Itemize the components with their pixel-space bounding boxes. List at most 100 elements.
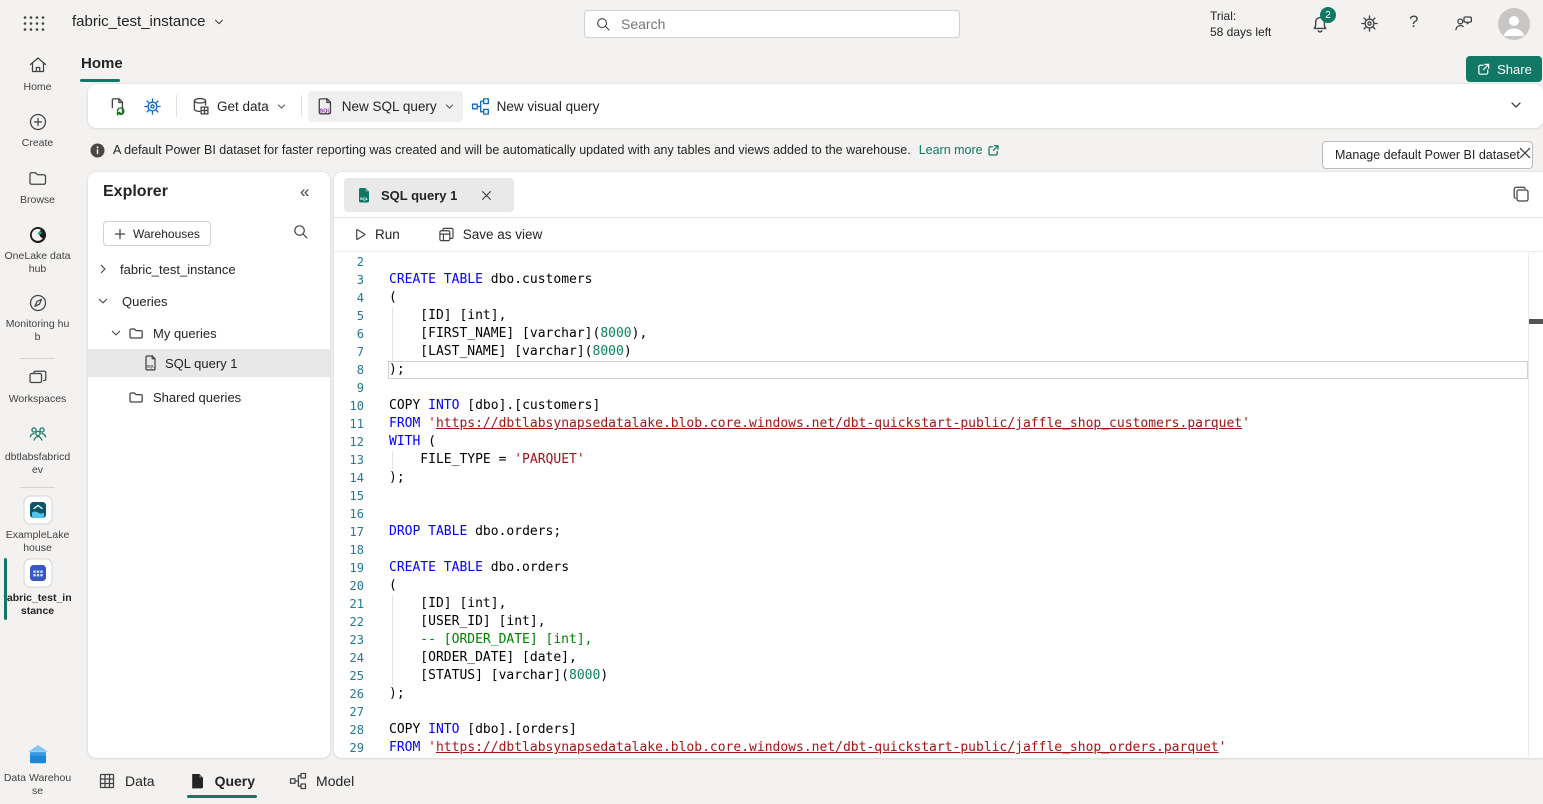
copy-icon[interactable] (1512, 185, 1531, 204)
ribbon-collapse-icon[interactable] (1509, 98, 1523, 112)
code-line-25[interactable]: 25 [STATUS] [varchar](8000) (334, 667, 1543, 685)
rail-item-dbtlabsfabricdev[interactable]: dbtlabsfabricdev (0, 423, 75, 477)
indent-guide (392, 631, 393, 649)
code-line-28[interactable]: 28COPY INTO [dbo].[orders] (334, 721, 1543, 739)
external-link-icon (987, 144, 1000, 157)
learn-more-link[interactable]: Learn more (919, 143, 1000, 157)
add-warehouses-button[interactable]: Warehouses (103, 221, 211, 246)
rail-item-workspaces[interactable]: Workspaces (0, 367, 75, 406)
code-line-13[interactable]: 13 FILE_TYPE = 'PARQUET' (334, 451, 1543, 469)
code-text: ); (389, 361, 405, 379)
new-sql-query-button[interactable]: SQL New SQL query (308, 91, 463, 122)
settings-gear-icon[interactable] (1360, 14, 1379, 33)
tree-item-shared-queries[interactable]: Shared queries (88, 385, 330, 409)
banner-close-icon[interactable] (1518, 146, 1532, 160)
avatar[interactable] (1498, 8, 1530, 40)
data-grid-icon (98, 772, 116, 790)
line-number: 26 (334, 685, 381, 703)
rail-item-monitoring-hub[interactable]: Monitoring hub (0, 292, 75, 344)
code-line-26[interactable]: 26); (334, 685, 1543, 703)
code-line-10[interactable]: 10COPY INTO [dbo].[customers] (334, 397, 1543, 415)
rail-item-fabric-test-instance[interactable]: fabric_test_instance (0, 558, 75, 618)
code-text: FROM 'https://dbtlabsynapsedatalake.blob… (389, 415, 1250, 433)
code-line-23[interactable]: 23 -- [ORDER_DATE] [int], (334, 631, 1543, 649)
code-line-21[interactable]: 21 [ID] [int], (334, 595, 1543, 613)
indent-guide (392, 595, 393, 613)
app-launcher-icon[interactable] (22, 15, 46, 32)
chevron-down-icon (444, 101, 455, 112)
code-line-27[interactable]: 27 (334, 703, 1543, 721)
code-editor[interactable]: 23CREATE TABLE dbo.customers4(5 [ID] [in… (334, 253, 1543, 757)
rail-item-data-warehouse[interactable]: Data Warehouse (0, 742, 75, 798)
code-line-14[interactable]: 14); (334, 469, 1543, 487)
line-number: 20 (334, 577, 381, 595)
code-line-6[interactable]: 6 [FIRST_NAME] [varchar](8000), (334, 325, 1543, 343)
data-warehouse-icon (25, 742, 51, 768)
code-line-22[interactable]: 22 [USER_ID] [int], (334, 613, 1543, 631)
rail-item-examplelakehouse[interactable]: ExampleLakehouse (0, 495, 75, 555)
tab-query[interactable]: Query (187, 758, 257, 804)
code-line-9[interactable]: 9 (334, 379, 1543, 397)
share-button[interactable]: Share (1466, 56, 1542, 82)
explorer-title: Explorer (103, 183, 168, 201)
onelake-icon (27, 224, 49, 246)
code-line-29[interactable]: 29FROM 'https://dbtlabsynapsedatalake.bl… (334, 739, 1543, 757)
line-number: 14 (334, 469, 381, 487)
warehouse-app-icon (23, 558, 53, 588)
tab-data[interactable]: Data (96, 758, 157, 804)
tree-item-warehouse[interactable]: fabric_test_instance (88, 257, 330, 281)
chevron-down-icon (276, 101, 287, 112)
new-visual-query-button[interactable]: New visual query (463, 91, 608, 122)
feedback-icon[interactable] (1454, 14, 1474, 33)
tree-item-queries[interactable]: Queries (88, 289, 330, 313)
rail-item-create[interactable]: Create (0, 111, 75, 150)
code-line-16[interactable]: 16 (334, 505, 1543, 523)
code-line-17[interactable]: 17DROP TABLE dbo.orders; (334, 523, 1543, 541)
tab-model[interactable]: Model (287, 758, 356, 804)
notification-badge: 2 (1320, 7, 1336, 23)
help-icon[interactable]: ? (1409, 12, 1418, 32)
line-number: 18 (334, 541, 381, 559)
line-number: 25 (334, 667, 381, 685)
code-line-8[interactable]: 8); (334, 361, 1543, 379)
close-tab-icon[interactable] (480, 189, 493, 202)
code-line-18[interactable]: 18 (334, 541, 1543, 559)
sql-document-icon: SQL (316, 97, 335, 116)
indent-guide (392, 667, 393, 685)
code-line-5[interactable]: 5 [ID] [int], (334, 307, 1543, 325)
trial-status: Trial: 58 days left (1210, 8, 1290, 40)
rail-item-onelake-data-hub[interactable]: OneLake data hub (0, 224, 75, 276)
code-line-12[interactable]: 12WITH ( (334, 433, 1543, 451)
tree-item-my-queries[interactable]: My queries (88, 321, 330, 345)
code-line-20[interactable]: 20( (334, 577, 1543, 595)
save-as-view-button[interactable]: Save as view (432, 222, 549, 247)
collapse-panel-icon[interactable]: « (300, 182, 309, 202)
editor-overview-ruler[interactable] (1528, 253, 1543, 757)
workspace-switcher[interactable]: fabric_test_instance (72, 13, 225, 30)
code-text: ); (389, 685, 405, 703)
code-line-15[interactable]: 15 (334, 487, 1543, 505)
code-text: [ID] [int], (389, 307, 506, 325)
run-button[interactable]: Run (346, 223, 406, 246)
tab-sql-query-1[interactable]: SQL SQL query 1 (344, 178, 514, 212)
rail-item-browse[interactable]: Browse (0, 168, 75, 207)
manage-default-dataset-button[interactable]: Manage default Power BI dataset (1322, 141, 1533, 169)
ribbon-settings-icon[interactable] (135, 91, 170, 122)
tree-item-sql-query-1[interactable]: SQL SQL query 1 (88, 349, 330, 377)
chevron-down-icon (213, 16, 225, 28)
code-line-7[interactable]: 7 [LAST_NAME] [varchar](8000) (334, 343, 1543, 361)
code-line-3[interactable]: 3CREATE TABLE dbo.customers (334, 271, 1543, 289)
explorer-search-icon[interactable] (292, 223, 309, 240)
search-input[interactable] (619, 15, 949, 33)
refresh-button[interactable] (100, 91, 135, 122)
get-data-button[interactable]: Get data (183, 91, 295, 122)
code-line-11[interactable]: 11FROM 'https://dbtlabsynapsedatalake.bl… (334, 415, 1543, 433)
code-line-19[interactable]: 19CREATE TABLE dbo.orders (334, 559, 1543, 577)
line-number: 4 (334, 289, 381, 307)
global-search[interactable] (584, 10, 960, 38)
code-line-4[interactable]: 4( (334, 289, 1543, 307)
rail-item-home[interactable]: Home (0, 55, 75, 94)
code-line-2[interactable]: 2 (334, 253, 1543, 271)
code-line-24[interactable]: 24 [ORDER_DATE] [date], (334, 649, 1543, 667)
tab-home[interactable]: Home (81, 55, 123, 72)
